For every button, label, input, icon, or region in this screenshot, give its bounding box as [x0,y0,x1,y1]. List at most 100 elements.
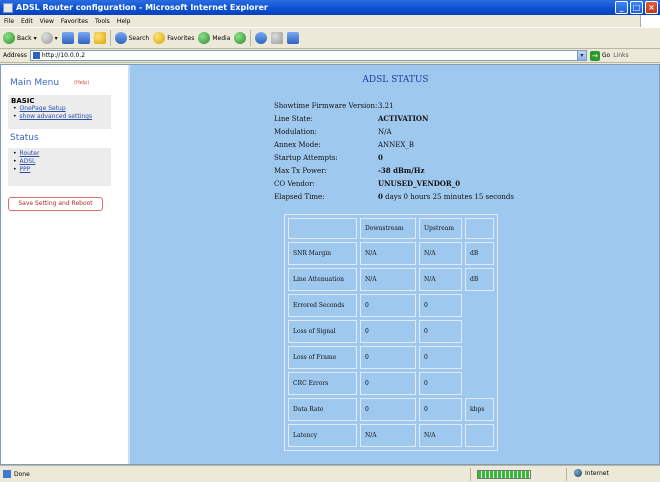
internet-globe-icon [574,469,582,477]
unit [465,294,494,317]
media-button[interactable]: Media [198,32,230,44]
table-row: Loss of Signal 0 0 [288,320,494,343]
menu-bar: File Edit View Favorites Tools Help [0,15,660,27]
ie-app-icon [3,2,13,13]
downstream-value: 0 [360,294,416,317]
adsl-stats-table: Downstream Upstream SNR Margin N/A N/A d… [284,214,498,451]
window-title-bar: ADSL Router configuration - Microsoft In… [0,0,660,15]
window-title: ADSL Router configuration - Microsoft In… [16,3,268,12]
page-done-icon [3,470,11,478]
address-url: http://10.0.0.2 [41,52,86,59]
refresh-icon[interactable] [77,32,90,44]
links-button[interactable]: Links [613,52,628,59]
minimize-button[interactable]: _ [615,1,628,14]
page-title: ADSL STATUS [362,75,429,85]
menu-help[interactable]: Help [117,18,131,25]
menu-edit[interactable]: Edit [21,18,33,25]
sidebar-link-adsl[interactable]: ADSL [8,158,111,166]
status-divider [566,468,567,481]
downstream-value: 0 [360,398,416,421]
forward-arrow-icon [40,32,53,44]
stop-icon[interactable] [61,32,74,44]
basic-title: BASIC [11,97,35,105]
security-zone: Internet [574,469,609,477]
back-button[interactable]: Back ▾ [3,32,37,44]
windows-logo-icon [640,15,660,27]
table-header-cell [288,218,357,239]
basic-section: BASIC OnePage Setup show advanced settin… [8,95,111,129]
upstream-value: N/A [419,424,462,447]
sidebar: Main Menu (Help) BASIC OnePage Setup sho… [1,65,128,464]
unit [465,320,494,343]
downstream-value: N/A [360,424,416,447]
sidebar-link-router[interactable]: Router [8,150,111,158]
menu-tools[interactable]: Tools [95,18,110,25]
page-icon [32,52,40,59]
row-label: Data Rate [288,398,357,421]
downstream-value: 0 [360,372,416,395]
row-label: Loss of Frame [288,346,357,369]
unit [465,372,494,395]
table-header-row: Downstream Upstream [288,218,494,239]
maximize-button[interactable]: □ [630,1,643,14]
sidebar-link-ppp[interactable]: PPP [8,166,111,174]
browser-content: Main Menu (Help) BASIC OnePage Setup sho… [0,64,660,465]
edit-icon[interactable] [287,32,300,44]
menu-view[interactable]: View [40,18,54,25]
favorites-button[interactable]: Favorites [153,32,194,44]
favorites-star-icon [153,32,166,44]
sidebar-link-advanced-settings[interactable]: show advanced settings [8,113,111,121]
go-button[interactable]: → Go [589,50,610,61]
adsl-info: Showtime Firmware Version: 3.21 Line Sta… [274,99,514,203]
address-bar: Address http://10.0.0.2 ▾ → Go Links [0,49,660,63]
address-input[interactable]: http://10.0.0.2 [29,50,578,61]
menu-favorites[interactable]: Favorites [61,18,88,25]
table-row: Line Attenuation N/A N/A dB [288,268,494,291]
media-icon [198,32,211,44]
downstream-value: 0 [360,320,416,343]
close-button[interactable]: × [645,1,658,14]
progress-bar [477,470,531,479]
info-row: CO Vendor: UNUSED_VENDOR_0 [274,179,461,188]
sidebar-link-onepage-setup[interactable]: OnePage Setup [8,105,111,113]
save-reboot-button[interactable]: Save Setting and Reboot [8,197,103,211]
upstream-value: N/A [419,268,462,291]
print-icon[interactable] [271,32,284,44]
menu-file[interactable]: File [4,18,14,25]
status-section: Router ADSL PPP [8,148,111,186]
row-label: Line Attenuation [288,268,357,291]
table-header-cell: Downstream [360,218,416,239]
address-label: Address [3,52,27,59]
toolbar-separator [109,30,111,46]
window-controls: _ □ × [615,1,658,14]
info-row: Showtime Firmware Version: 3.21 [274,101,394,110]
info-row: Annex Mode: ANNEX_B [274,140,415,149]
downstream-value: N/A [360,242,416,265]
downstream-value: 0 [360,346,416,369]
row-label: Latency [288,424,357,447]
row-label: SNR Margin [288,242,357,265]
history-icon[interactable] [234,32,247,44]
table-row: Loss of Frame 0 0 [288,346,494,369]
upstream-value: 0 [419,320,462,343]
go-arrow-icon: → [589,50,600,61]
status-divider [470,468,471,481]
table-row: Errored Seconds 0 0 [288,294,494,317]
toolbar-separator [250,30,252,46]
row-label: Loss of Signal [288,320,357,343]
home-icon[interactable] [93,32,106,44]
info-row: Startup Attempts: 0 [274,153,383,162]
table-row: SNR Margin N/A N/A dB [288,242,494,265]
row-label: CRC Errors [288,372,357,395]
forward-button[interactable]: ▾ [40,32,58,44]
status-title: Status [10,133,39,143]
address-dropdown-icon[interactable]: ▾ [576,50,587,61]
help-link[interactable]: (Help) [74,80,89,86]
table-row: Data Rate 0 0 kbps [288,398,494,421]
unit [465,346,494,369]
search-button[interactable]: Search [114,32,149,44]
mail-icon[interactable] [255,32,268,44]
unit: kbps [465,398,494,421]
status-bar: Done Internet [0,465,660,482]
info-row: Line State: ACTIVATION [274,114,429,123]
